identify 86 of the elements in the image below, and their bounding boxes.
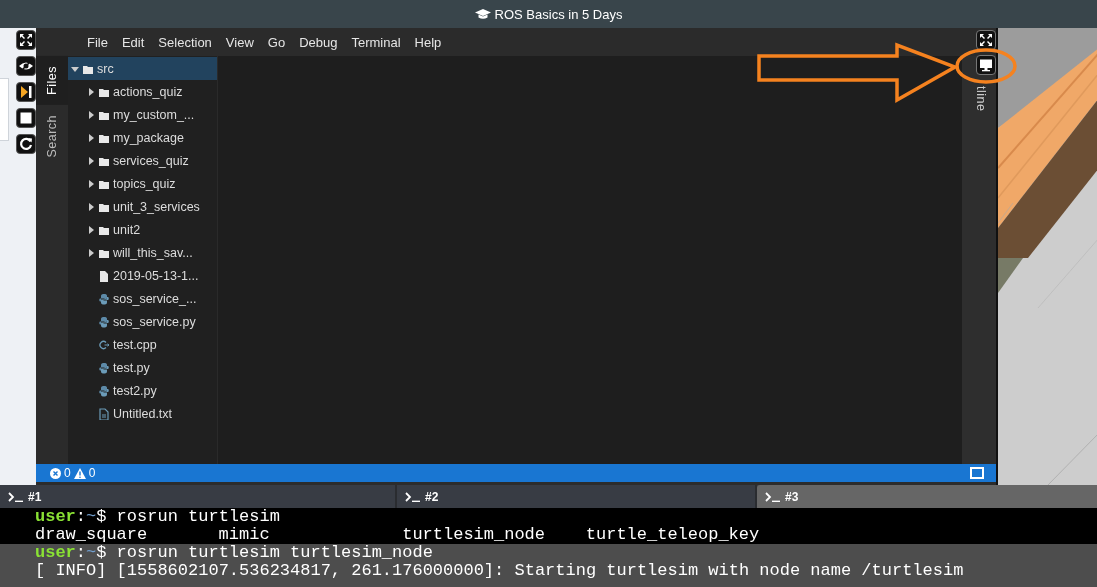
tree-item[interactable]: Untitled.txt [68, 402, 217, 425]
caret-icon[interactable] [86, 133, 95, 142]
tree-item[interactable]: sos_service.py [68, 310, 217, 333]
window-title: ROS Basics in 5 Days [494, 6, 623, 22]
text-file-icon [98, 407, 110, 420]
side-tab[interactable]: Search [36, 104, 68, 168]
caret-icon[interactable] [70, 64, 79, 73]
file-name: 2019-05-13-1... [113, 268, 199, 283]
terminal-icon [8, 491, 24, 502]
stop-icon[interactable] [16, 108, 36, 128]
file-name: src [97, 61, 114, 76]
tree-item[interactable]: test.cpp [68, 333, 217, 356]
tree-item[interactable]: 2019-05-13-1... [68, 264, 217, 287]
warning-count[interactable]: 0 [88, 466, 96, 480]
file-name: Untitled.txt [113, 406, 173, 421]
file-name: unit_3_services [113, 199, 200, 214]
tree-item[interactable]: src [68, 57, 217, 80]
reload-icon[interactable] [16, 134, 36, 154]
menu-item[interactable]: File [80, 34, 115, 50]
python-icon [98, 384, 110, 397]
menu-item[interactable]: View [218, 34, 261, 50]
terminal-line: user:~$ rosrun turtlesim turtlesim_node [35, 543, 433, 562]
monitor-icon[interactable] [976, 55, 996, 75]
terminal-tab[interactable]: #3 [757, 485, 1097, 508]
skip-icon[interactable] [16, 82, 36, 102]
warning-icon[interactable] [73, 467, 86, 479]
hidden-eye-icon[interactable] [16, 56, 36, 76]
completion-item: draw_square [35, 526, 149, 544]
error-icon[interactable] [50, 467, 61, 479]
terminal-icon [405, 491, 421, 502]
side-tab[interactable]: tline [974, 86, 988, 112]
error-count[interactable]: 0 [64, 466, 71, 480]
tree-item[interactable]: test2.py [68, 379, 217, 402]
python-icon [98, 315, 110, 328]
circle-annotation [955, 48, 1017, 84]
caret-icon[interactable] [86, 156, 95, 165]
tree-item[interactable]: will_this_sav... [68, 241, 217, 264]
python-icon [98, 292, 110, 305]
terminal-line: [ INFO] [1558602107.536234817, 261.176000000]: Starting turtlesim with node name /turtlesim [35, 561, 964, 580]
tree-item[interactable]: services_quiz [68, 149, 217, 172]
file-name: my_custom_... [113, 107, 195, 122]
file-name: actions_quiz [113, 84, 183, 99]
tree-item[interactable]: unit_3_services [68, 195, 217, 218]
terminal-icon [765, 491, 781, 502]
completion-item: turtlesim_node [402, 526, 546, 544]
file-name: services_quiz [113, 153, 189, 168]
menu-item[interactable]: Terminal [344, 34, 408, 50]
caret-icon[interactable] [86, 248, 95, 257]
file-name: topics_quiz [113, 176, 176, 191]
caret-icon[interactable] [86, 87, 95, 96]
file-name: sos_service_... [113, 291, 197, 306]
menu-item[interactable]: Selection [151, 34, 219, 50]
caret-icon[interactable] [86, 179, 95, 188]
side-panel [0, 78, 9, 141]
completion-item: mimic [218, 526, 271, 544]
file-name: sos_service.py [113, 314, 196, 329]
side-tab[interactable]: Files [36, 56, 68, 105]
caret-icon[interactable] [86, 202, 95, 211]
expand-icon[interactable] [16, 30, 36, 50]
tree-item[interactable]: my_package [68, 126, 217, 149]
graduation-cap-icon [474, 8, 491, 20]
menu-item[interactable]: Help [407, 34, 449, 50]
file-name: test.py [113, 360, 150, 375]
tree-item[interactable]: sos_service_... [68, 287, 217, 310]
menu-item[interactable]: Debug [292, 34, 345, 50]
menu-item[interactable]: Go [260, 34, 293, 50]
file-name: will_this_sav... [113, 245, 193, 260]
file-icon [98, 269, 110, 282]
maximize-icon[interactable] [970, 467, 984, 479]
caret-icon[interactable] [86, 110, 95, 119]
tree-item[interactable]: unit2 [68, 218, 217, 241]
cpp-icon [98, 338, 110, 351]
expand-icon[interactable] [976, 30, 996, 50]
file-name: unit2 [113, 222, 141, 237]
file-name: test.cpp [113, 337, 157, 352]
tree-item[interactable]: actions_quiz [68, 80, 217, 103]
menu-item[interactable]: Edit [114, 34, 152, 50]
completion-item: turtle_teleop_key [585, 526, 761, 544]
file-name: my_package [113, 130, 184, 145]
terminal-line: user:~$ rosrun turtlesim [35, 507, 280, 526]
tree-item[interactable]: my_custom_... [68, 103, 217, 126]
tree-item[interactable]: topics_quiz [68, 172, 217, 195]
file-name: test2.py [113, 383, 157, 398]
caret-icon[interactable] [86, 225, 95, 234]
tree-item[interactable]: test.py [68, 356, 217, 379]
python-icon [98, 361, 110, 374]
